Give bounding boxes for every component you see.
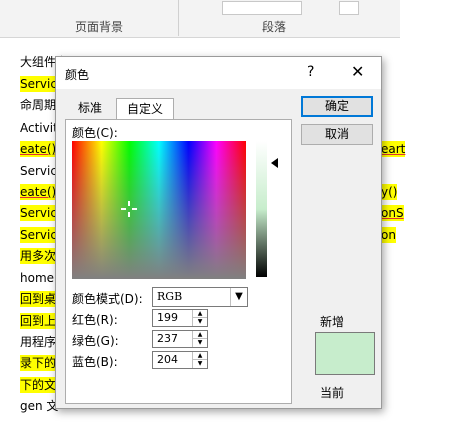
ok-button[interactable]: 确定 [301,96,373,117]
spin-down-icon[interactable]: ▼ [192,360,207,368]
cancel-button[interactable]: 取消 [301,124,373,145]
luminance-slider[interactable] [256,141,267,277]
close-button[interactable]: ✕ [351,62,364,81]
ribbon-group-page-background: 页面背景 [75,20,124,34]
spin-up-icon[interactable]: ▲ [192,352,207,360]
doc-line: Activit [20,121,58,135]
color-mode-value: RGB [157,290,183,303]
doc-line: 用程序 [20,335,57,349]
tab-standard[interactable]: 标准 [65,98,115,118]
doc-line-fragment: y() [381,184,398,200]
luminance-arrow-icon[interactable] [271,158,278,168]
ribbon-small-button[interactable] [339,1,359,15]
spin-up-icon[interactable]: ▲ [192,310,207,318]
chevron-down-icon[interactable]: ▼ [230,288,247,306]
ribbon-separator [178,0,179,36]
ribbon: 页面背景 段落 [0,0,400,38]
spin-down-icon[interactable]: ▼ [192,318,207,326]
doc-line: Servic [20,205,57,221]
new-color-swatch [315,332,375,375]
spin-down-icon[interactable]: ▼ [192,339,207,347]
color-spectrum[interactable] [72,141,246,279]
red-value[interactable]: 199 [157,311,178,324]
green-label: 绿色(G): [72,334,119,348]
red-label: 红色(R): [72,313,118,327]
doc-line: 命周期 [20,98,57,112]
color-mode-label: 颜色模式(D): [72,292,143,306]
help-button[interactable]: ? [307,64,314,80]
red-stepper[interactable]: 199 ▲ ▼ [152,309,208,327]
doc-line: eate(). [20,141,61,157]
doc-line: 回到桌 [20,291,57,307]
doc-line-fragment: eart [381,141,406,157]
doc-line: gen 文 [20,399,59,413]
green-value[interactable]: 237 [157,332,178,345]
doc-line: home [20,271,55,285]
doc-line-fragment: onS [381,205,404,221]
doc-line: 录下的 [20,355,57,371]
blue-value[interactable]: 204 [157,353,178,366]
crosshair-icon [121,201,137,217]
dialog-titlebar: 颜色 ? ✕ [56,57,381,89]
tab-custom[interactable]: 自定义 [116,98,174,119]
color-mode-select[interactable]: RGB ▼ [152,287,248,307]
spin-up-icon[interactable]: ▲ [192,331,207,339]
doc-line: 用多次 [20,248,57,264]
current-color-label: 当前 [320,386,345,400]
color-dialog: 颜色 ? ✕ 标准 自定义 确定 取消 颜色(C): 颜色模式(D): RGB … [55,56,382,409]
dialog-title: 颜色 [65,68,90,82]
doc-line: 下的文 [20,377,57,393]
new-color-label: 新增 [320,315,345,329]
ribbon-dropdown[interactable] [222,1,302,15]
doc-line-fragment: on [381,227,396,243]
doc-line: Servic [20,227,57,243]
colors-label: 颜色(C): [72,126,118,140]
blue-stepper[interactable]: 204 ▲ ▼ [152,351,208,369]
green-stepper[interactable]: 237 ▲ ▼ [152,330,208,348]
blue-label: 蓝色(B): [72,355,118,369]
ribbon-group-paragraph: 段落 [262,20,287,34]
